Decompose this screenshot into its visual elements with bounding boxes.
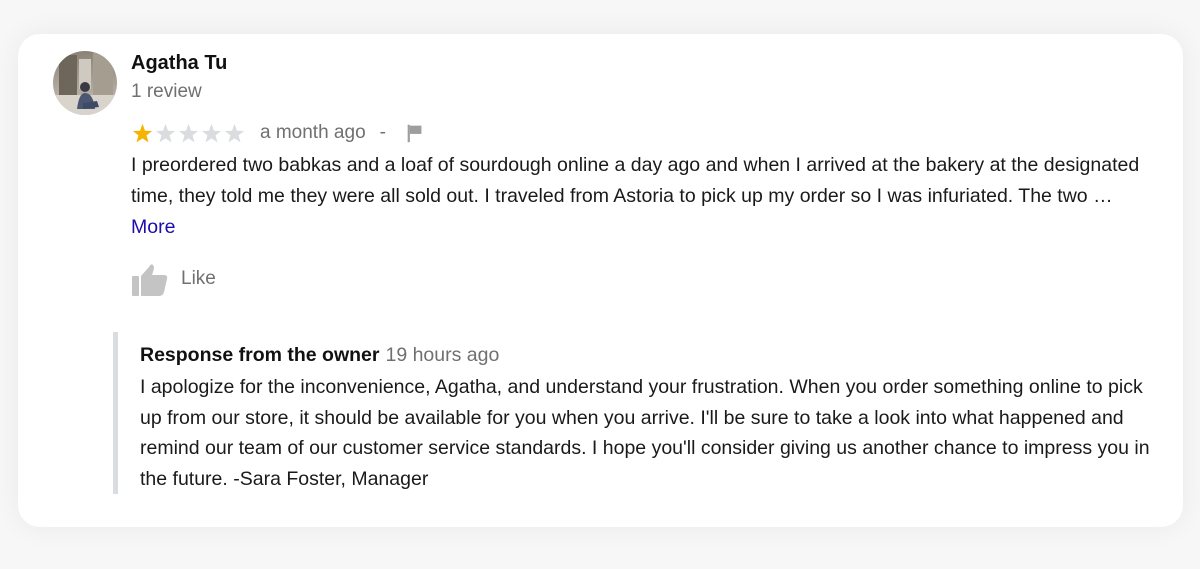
review-text: I preordered two babkas and a loaf of so…	[131, 154, 1140, 207]
review-meta: a month ago -	[131, 120, 426, 146]
like-label: Like	[181, 268, 216, 289]
owner-response-text: I apologize for the inconvenience, Agath…	[140, 376, 1150, 490]
review-time: a month ago	[260, 122, 366, 143]
meta-separator: -	[379, 122, 386, 143]
review-card: Agatha Tu 1 review a month ago - I preor…	[18, 34, 1183, 527]
owner-response-header: Response from the owner 19 hours ago	[140, 342, 1153, 368]
thumbs-up-icon	[132, 264, 168, 296]
star-rating	[131, 122, 246, 144]
review-body: I preordered two babkas and a loaf of so…	[131, 150, 1161, 243]
like-button[interactable]: Like	[131, 259, 216, 299]
avatar[interactable]	[53, 51, 117, 115]
flag-icon[interactable]	[404, 122, 426, 144]
more-link[interactable]: More	[131, 216, 175, 238]
review-count[interactable]: 1 review	[131, 80, 202, 104]
user-photo-icon	[53, 51, 117, 115]
star-filled-icon	[132, 123, 153, 143]
star-empty-icon	[155, 123, 176, 143]
owner-response-time: 19 hours ago	[385, 344, 500, 366]
reviewer-name[interactable]: Agatha Tu	[131, 51, 227, 75]
star-empty-icon	[178, 123, 199, 143]
star-empty-icon	[201, 123, 222, 143]
owner-response: Response from the owner 19 hours ago I ap…	[113, 332, 1153, 494]
star-empty-icon	[224, 123, 245, 143]
owner-response-title: Response from the owner	[140, 344, 380, 366]
